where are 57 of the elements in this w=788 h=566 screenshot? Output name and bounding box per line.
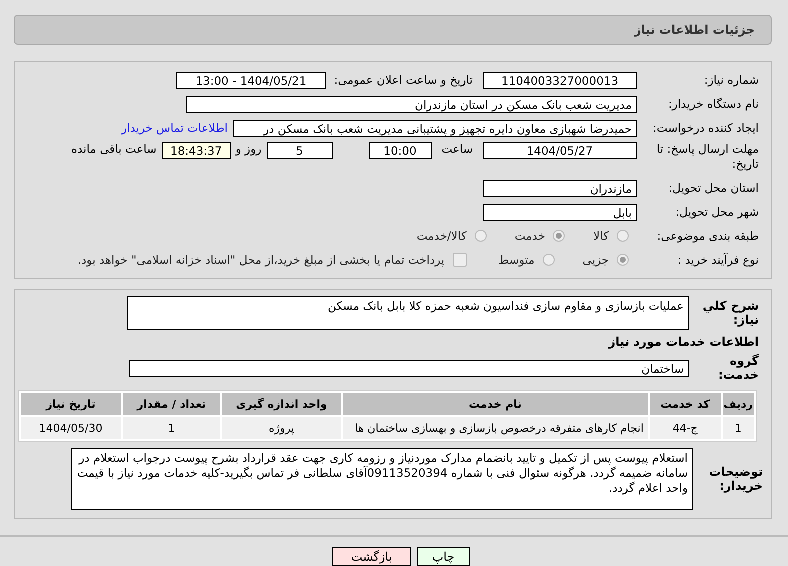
buyer-field: مدیریت شعب بانک مسکن در استان مازندران xyxy=(186,96,637,112)
field-label: شهر محل تحویل: xyxy=(674,205,759,219)
field-label: شماره نیاز: xyxy=(703,73,759,87)
radio-button[interactable] xyxy=(542,254,555,266)
field-label: ساعت باقی مانده xyxy=(72,142,157,156)
city-field: بابل xyxy=(483,204,637,220)
remaining-time-field: 18:43:37 xyxy=(162,142,231,159)
field-label: استان محل تحویل: xyxy=(668,181,759,195)
radio-button[interactable] xyxy=(617,230,629,242)
radio-label: خدمت xyxy=(514,229,546,243)
field-label: مهلت ارسال پاسخ: تا تاریخ: xyxy=(656,142,759,172)
radio-button[interactable] xyxy=(474,230,487,242)
radio-label: متوسط xyxy=(498,253,535,267)
table-cell: انجام کارهای متفرقه درخصوص بازسازی و بهسازی ساختمان ها xyxy=(343,417,648,439)
radio-button[interactable] xyxy=(553,230,566,242)
column-header: تعداد / مقدار xyxy=(123,393,220,415)
field-label: ساعت xyxy=(442,142,473,156)
checkbox-label: پرداخت تمام یا بخشی از مبلغ خرید،از محل "اسناد خزانه اسلامی" خواهد بود. xyxy=(78,253,445,267)
field-label: ایجاد کننده درخواست: xyxy=(652,121,759,135)
field-label: طبقه بندی موضوعی: xyxy=(656,229,759,243)
radio-label: جزیی xyxy=(582,253,609,267)
field-label: نوع فرآیند خرید : xyxy=(676,253,759,267)
column-header: واحد اندازه گیری xyxy=(222,393,341,415)
field-label: روز و xyxy=(236,142,262,156)
radio-label: کالا xyxy=(593,229,609,243)
radio-label: کالا/خدمت xyxy=(416,229,467,243)
table-cell: 1404/05/30 xyxy=(21,417,122,439)
province-field: مازندران xyxy=(483,180,637,196)
checkbox[interactable] xyxy=(452,253,467,267)
days-field: 5 xyxy=(266,142,333,159)
deadline-date-field: 1404/05/27 xyxy=(483,142,637,159)
field-label: شرح کلي نياز: xyxy=(702,299,759,327)
field-label: گروه خدمت: xyxy=(717,354,759,382)
back-button[interactable]: بازگشت xyxy=(332,547,412,566)
column-header: ردیف xyxy=(722,393,754,415)
table-cell: ج-44 xyxy=(650,417,721,439)
field-label: توضیحات خریدار: xyxy=(708,465,763,493)
field-label: تاریخ و ساعت اعلان عمومی: xyxy=(334,73,473,87)
buyer-contact-link[interactable]: اطلاعات تماس خریدار xyxy=(121,121,228,135)
creator-field: حمیدرضا شهبازی معاون دایره تجهیز و پشتیبانی مدیریت شعب بانک مسکن در xyxy=(233,120,637,136)
buyer-notes-field: استعلام پیوست پس از تکمیل و تایید بانضمام مدارک موردنیاز و رزومه کاری جهت عقد قرارداد بشرح پیوست درجواب استعلام در سامانه ضمیمه گردد. هرگونه سئوال فنی با شماره 09113520394آقای سلطانی فر تماس بگیرید-کلیه خدمات مورد نیاز با قیمت واحد اعلام گردد. xyxy=(71,448,693,510)
table-cell: 1 xyxy=(722,417,754,439)
field-label: نام دستگاه خریدار: xyxy=(667,97,759,111)
section-title: اطلاعات خدمات مورد نیاز xyxy=(608,335,759,349)
page-title: جزئیات اطلاعات نیاز xyxy=(634,23,755,37)
column-header: نام خدمت xyxy=(343,393,648,415)
table-cell: 1 xyxy=(123,417,220,439)
radio-button[interactable] xyxy=(617,254,629,266)
announce-date-field: 1404/05/21 - 13:00 xyxy=(176,72,326,88)
column-header: تاریخ نیاز xyxy=(21,393,122,415)
table-cell: پروژه xyxy=(222,417,341,439)
service-group-field: ساختمان xyxy=(129,360,689,376)
need-number-field: 1104003327000013 xyxy=(483,72,637,88)
print-button[interactable]: چاپ xyxy=(417,547,470,566)
column-header: کد خدمت xyxy=(650,393,721,415)
description-field: عملیات بازسازی و مقاوم سازی فنداسیون شعبه حمزه کلا بابل بانک مسکن xyxy=(127,296,689,330)
deadline-time-field: 10:00 xyxy=(368,142,432,159)
